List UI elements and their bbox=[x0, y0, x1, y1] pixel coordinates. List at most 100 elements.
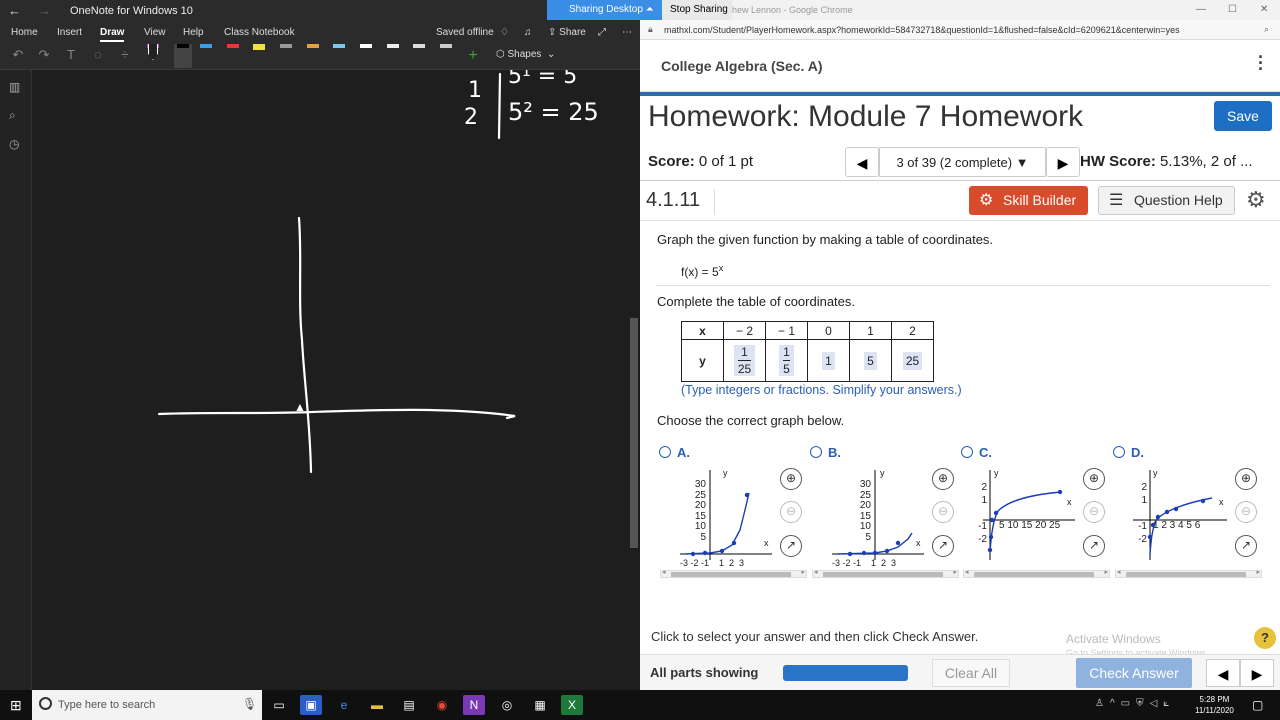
pen-red[interactable] bbox=[227, 44, 239, 66]
option-d[interactable]: D. bbox=[1113, 445, 1144, 460]
windows-start-icon[interactable]: ⊞ bbox=[10, 697, 22, 714]
microphone-icon[interactable]: 🎙︎ bbox=[242, 697, 257, 711]
radio-a[interactable] bbox=[659, 446, 671, 458]
onenote-icon[interactable]: N bbox=[463, 695, 485, 715]
zoom-out-icon[interactable]: ⊖ bbox=[932, 501, 954, 523]
notifications-icon[interactable]: ▢ bbox=[1252, 698, 1263, 712]
popout-icon[interactable]: ↗ bbox=[1083, 535, 1105, 557]
radio-b[interactable] bbox=[810, 446, 822, 458]
skill-builder-button[interactable]: ⚙ Skill Builder bbox=[969, 186, 1088, 215]
answer-box[interactable]: 1 bbox=[822, 351, 835, 370]
share-button[interactable]: ⇪ Share bbox=[548, 27, 586, 38]
answer-box[interactable]: 25 bbox=[902, 351, 923, 370]
graph-b[interactable]: 30 25 20 15 10 5 -3 -2 -1 1 2 3 x y ⊕ ⊖ ↗ bbox=[812, 465, 957, 580]
option-a[interactable]: A. bbox=[659, 445, 690, 460]
highlighter-pink-pen[interactable] bbox=[147, 44, 159, 66]
sharing-desktop-button[interactable]: Sharing Desktop ⏶ bbox=[547, 0, 662, 20]
kebab-menu-icon[interactable]: · · · bbox=[1258, 48, 1266, 78]
back-arrow-icon[interactable]: ← bbox=[8, 3, 21, 18]
expand-icon[interactable]: ⤢ bbox=[598, 27, 606, 38]
space-icon[interactable]: ÷ bbox=[117, 47, 133, 65]
taskbar-search[interactable]: Type here to search 🎙︎ bbox=[32, 690, 262, 720]
graph-d-scroll[interactable]: ◂ ▸ bbox=[1115, 569, 1262, 578]
pen-orange[interactable] bbox=[307, 44, 319, 66]
pen-white-4[interactable] bbox=[440, 44, 452, 66]
menu-class-notebook[interactable]: Class Notebook bbox=[224, 27, 295, 38]
zoom-out-icon[interactable]: ⊖ bbox=[1235, 501, 1257, 523]
ink-canvas[interactable]: 1 5¹ = 5 2 5² = 25 ▲ bbox=[32, 70, 628, 690]
answer-fraction[interactable]: 1 25 bbox=[733, 345, 756, 376]
notebooks-icon[interactable]: ▥ bbox=[9, 80, 23, 94]
maximize-icon[interactable]: ☐ bbox=[1228, 4, 1237, 15]
graph-d[interactable]: 2 1 -1 -2 1 2 3 4 5 6 x y ⊕ ⊖ ↗ bbox=[1115, 465, 1260, 580]
scroll-thumb[interactable] bbox=[630, 318, 638, 548]
gear-icon[interactable]: ⚙ bbox=[1246, 187, 1266, 213]
menu-insert[interactable]: Insert bbox=[57, 27, 82, 38]
popout-icon[interactable]: ↗ bbox=[780, 535, 802, 557]
search-icon[interactable]: ⌕ bbox=[9, 108, 23, 122]
y-cell[interactable]: 1 25 bbox=[723, 339, 766, 382]
system-tray[interactable]: ♙^▭⛨◁⟀ bbox=[1095, 698, 1175, 709]
popout-icon[interactable]: ↗ bbox=[1235, 535, 1257, 557]
zoom-in-icon[interactable]: ⊕ bbox=[1235, 468, 1257, 490]
graph-b-scroll[interactable]: ◂ ▸ bbox=[812, 569, 959, 578]
pen-white[interactable] bbox=[360, 44, 372, 66]
help-question-icon[interactable]: ? bbox=[1254, 627, 1276, 649]
pen-black-selected[interactable] bbox=[174, 44, 192, 68]
menu-draw[interactable]: Draw bbox=[100, 27, 125, 42]
radio-c[interactable] bbox=[961, 446, 973, 458]
record-icon[interactable]: ◎ bbox=[496, 695, 518, 715]
address-bar[interactable]: 🔒︎ mathxl.com/Student/PlayerHomework.asp… bbox=[640, 20, 1280, 40]
zoom-in-icon[interactable]: ⊕ bbox=[932, 468, 954, 490]
graph-a-scroll[interactable]: ◂ ▸ bbox=[660, 569, 807, 578]
store-icon[interactable]: ▤ bbox=[398, 695, 420, 715]
undo-icon[interactable]: ↶ bbox=[10, 47, 26, 65]
zoom-out-icon[interactable]: ⊖ bbox=[780, 501, 802, 523]
clock[interactable]: 5:28 PM 11/11/2020 bbox=[1195, 694, 1234, 716]
file-explorer-icon[interactable]: ▬ bbox=[366, 695, 388, 715]
forward-arrow-icon[interactable]: → bbox=[38, 3, 51, 18]
onenote-scrollbar[interactable] bbox=[628, 70, 640, 690]
add-pen-icon[interactable]: + bbox=[465, 47, 481, 65]
excel-icon[interactable]: X bbox=[561, 695, 583, 715]
zoom-in-icon[interactable]: ⊕ bbox=[1083, 468, 1105, 490]
menu-view[interactable]: View bbox=[144, 27, 166, 38]
radio-d[interactable] bbox=[1113, 446, 1125, 458]
redo-icon[interactable]: ↷ bbox=[36, 47, 52, 65]
y-cell[interactable]: 5 bbox=[849, 339, 892, 382]
graph-a[interactable]: 30 25 20 15 10 5 -3 -2 -1 1 2 3 x y ⊕ ⊖ ↗ bbox=[660, 465, 805, 580]
highlighter-yellow[interactable] bbox=[253, 44, 267, 66]
bottom-prev-button[interactable]: ◀ bbox=[1206, 659, 1240, 687]
menu-home[interactable]: Home bbox=[11, 27, 38, 38]
pen-lightblue[interactable] bbox=[333, 44, 345, 66]
close-icon[interactable]: ✕ bbox=[1260, 4, 1268, 15]
type-select-icon[interactable]: T bbox=[63, 47, 79, 65]
prev-question-button[interactable]: ◀ bbox=[845, 147, 879, 177]
task-view-icon[interactable]: ▭ bbox=[268, 695, 290, 715]
lasso-icon[interactable]: ◌ bbox=[90, 47, 106, 65]
menu-help[interactable]: Help bbox=[183, 27, 204, 38]
clear-all-button[interactable]: Clear All bbox=[932, 659, 1010, 687]
question-help-button[interactable]: ☰ Question Help bbox=[1098, 186, 1235, 215]
lightbulb-icon[interactable]: ♢ bbox=[500, 27, 509, 38]
check-answer-button[interactable]: Check Answer bbox=[1076, 658, 1192, 688]
zoom-icon[interactable]: ⌕ bbox=[1264, 24, 1269, 35]
calculator-icon[interactable]: ▦ bbox=[529, 695, 551, 715]
bottom-next-button[interactable]: ▶ bbox=[1240, 659, 1274, 687]
pen-gray[interactable] bbox=[280, 44, 292, 66]
zoom-out-icon[interactable]: ⊖ bbox=[1083, 501, 1105, 523]
recent-clock-icon[interactable]: ◷ bbox=[9, 137, 23, 151]
graph-c-scroll[interactable]: ◂ ▸ bbox=[963, 569, 1110, 578]
edge-icon[interactable]: e bbox=[333, 695, 355, 715]
pen-white-3[interactable] bbox=[413, 44, 425, 66]
answer-box[interactable]: 5 bbox=[864, 351, 877, 370]
question-select[interactable]: 3 of 39 (2 complete) ▼ bbox=[879, 147, 1046, 177]
minimize-icon[interactable]: — bbox=[1196, 4, 1206, 15]
next-question-button[interactable]: ▶ bbox=[1046, 147, 1080, 177]
answer-fraction[interactable]: 15 bbox=[779, 345, 794, 376]
option-c[interactable]: C. bbox=[961, 445, 992, 460]
graph-c[interactable]: 2 1 -1 -2 5 10 15 20 25 x y ⊕ ⊖ ↗ bbox=[963, 465, 1108, 580]
y-cell[interactable]: 1 bbox=[807, 339, 850, 382]
y-cell[interactable]: 15 bbox=[765, 339, 808, 382]
zoom-in-icon[interactable]: ⊕ bbox=[780, 468, 802, 490]
